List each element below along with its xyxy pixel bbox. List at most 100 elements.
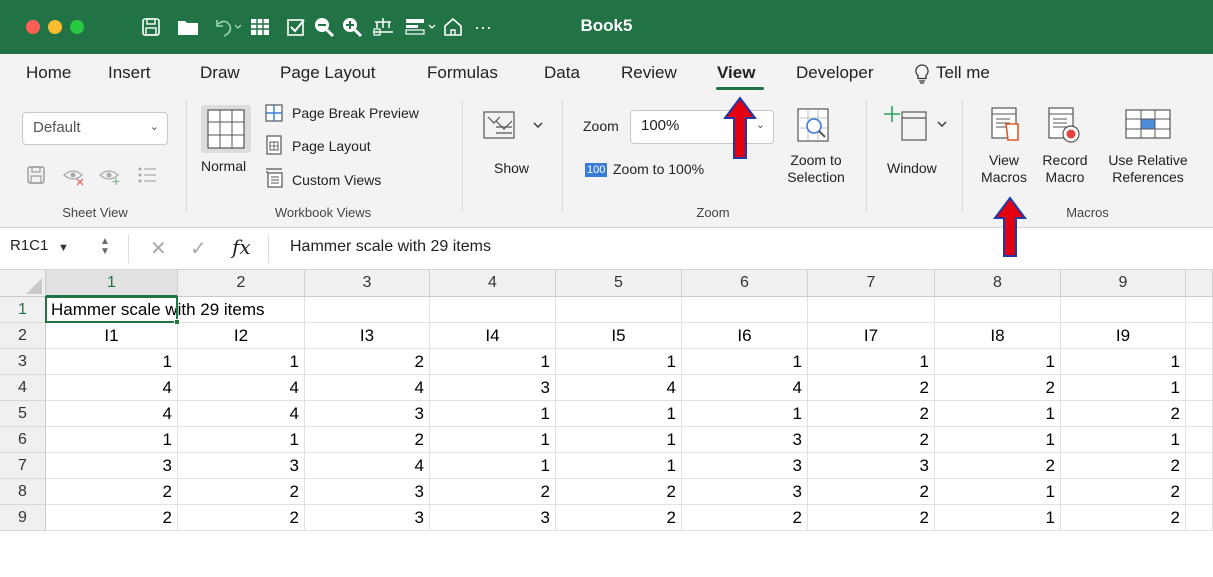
cell-value[interactable]: 2 (808, 479, 935, 505)
cell-value[interactable]: 3 (305, 505, 430, 531)
cell-value[interactable]: 1 (682, 349, 808, 375)
cell-value[interactable]: 2 (808, 427, 935, 453)
cell-value[interactable]: 1 (178, 427, 305, 453)
column-header[interactable]: 6 (682, 270, 808, 297)
cell-value[interactable]: 1 (556, 427, 682, 453)
zoom-to-100-label[interactable]: Zoom to 100% (613, 161, 704, 177)
undo-icon[interactable] (212, 13, 242, 41)
tab-page-layout[interactable]: Page Layout (280, 63, 375, 83)
cell-value[interactable]: 4 (305, 453, 430, 479)
select-all-corner[interactable] (0, 270, 46, 297)
cell-value[interactable]: 1 (935, 427, 1061, 453)
page-break-preview-icon[interactable] (264, 103, 284, 128)
cell-value[interactable]: 1 (935, 505, 1061, 531)
page-layout-icon[interactable] (265, 135, 283, 160)
sort-icon[interactable] (371, 13, 395, 41)
cell-value[interactable]: 3 (305, 401, 430, 427)
tab-view[interactable]: View (717, 63, 755, 83)
sheet-view-dropdown[interactable]: Default ⌄ (22, 112, 168, 145)
column-header[interactable] (1186, 270, 1213, 297)
cell-value[interactable]: 2 (1061, 401, 1186, 427)
cell-value[interactable]: 3 (430, 505, 556, 531)
cell-value[interactable]: 2 (430, 479, 556, 505)
cancel-icon[interactable]: ✕ (150, 236, 167, 261)
tell-me-search[interactable]: Tell me (936, 63, 990, 83)
cell[interactable] (1186, 349, 1213, 375)
column-header[interactable]: 2 (178, 270, 305, 297)
row-header[interactable]: 6 (0, 427, 46, 453)
cell-value[interactable]: 2 (1061, 453, 1186, 479)
cell-value[interactable]: 2 (46, 505, 178, 531)
show-label[interactable]: Show (494, 160, 529, 176)
cell[interactable] (1186, 375, 1213, 401)
more-commands-icon[interactable]: ··· (474, 13, 492, 41)
show-icon[interactable] (482, 109, 548, 148)
column-header[interactable]: 4 (430, 270, 556, 297)
cell-value[interactable]: 1 (1061, 375, 1186, 401)
cell[interactable] (430, 297, 556, 323)
cell-value[interactable]: 2 (808, 505, 935, 531)
use-relative-references-label[interactable]: Use Relative References (1100, 152, 1196, 186)
enter-icon[interactable]: ✓ (190, 236, 207, 261)
save-icon[interactable] (140, 13, 162, 41)
cell-value[interactable]: 2 (935, 453, 1061, 479)
cell[interactable] (1186, 505, 1213, 531)
cell-value[interactable]: 1 (556, 349, 682, 375)
cell-value[interactable]: 2 (556, 505, 682, 531)
cell[interactable] (1186, 479, 1213, 505)
cell-header[interactable]: I5 (556, 323, 682, 349)
exit-sheet-view-icon[interactable] (62, 164, 86, 191)
cell[interactable] (1186, 427, 1213, 453)
cell-header[interactable]: I2 (178, 323, 305, 349)
record-macro-icon[interactable] (1047, 106, 1081, 149)
cell-value[interactable]: 2 (808, 401, 935, 427)
cell-value[interactable]: 1 (1061, 427, 1186, 453)
column-header[interactable]: 8 (935, 270, 1061, 297)
cell-value[interactable]: 3 (682, 427, 808, 453)
window-icon[interactable] (880, 104, 950, 149)
cell-value[interactable]: 2 (305, 427, 430, 453)
new-sheet-view-icon[interactable] (98, 164, 122, 191)
format-icon[interactable] (404, 13, 438, 41)
tab-review[interactable]: Review (621, 63, 677, 83)
cell-header[interactable]: I4 (430, 323, 556, 349)
cell[interactable] (808, 297, 935, 323)
row-header[interactable]: 4 (0, 375, 46, 401)
cell-header[interactable]: I3 (305, 323, 430, 349)
row-header[interactable]: 1 (0, 297, 46, 323)
page-layout-label[interactable]: Page Layout (292, 138, 371, 154)
cell-value[interactable]: 1 (430, 453, 556, 479)
cell-value[interactable]: 1 (935, 349, 1061, 375)
cell-value[interactable]: 3 (682, 453, 808, 479)
cell-value[interactable]: 4 (178, 375, 305, 401)
row-header[interactable]: 3 (0, 349, 46, 375)
cell-value[interactable]: 1 (556, 453, 682, 479)
custom-views-icon[interactable] (264, 167, 284, 194)
cell-value[interactable]: 4 (682, 375, 808, 401)
cell-value[interactable]: 3 (430, 375, 556, 401)
tab-formulas[interactable]: Formulas (427, 63, 498, 83)
zoom-to-selection-icon[interactable] (795, 106, 831, 149)
normal-view-button[interactable] (201, 105, 251, 153)
cell[interactable] (682, 297, 808, 323)
cell-value[interactable]: 4 (305, 375, 430, 401)
checkbox-icon[interactable] (285, 13, 307, 41)
zoom-window-button[interactable] (70, 20, 84, 34)
cell-value[interactable]: 3 (178, 453, 305, 479)
cell[interactable] (556, 297, 682, 323)
cell-value[interactable]: 1 (682, 401, 808, 427)
cell-value[interactable]: 2 (178, 479, 305, 505)
page-break-preview-label[interactable]: Page Break Preview (292, 105, 419, 121)
cell-value[interactable]: 4 (178, 401, 305, 427)
cell-value[interactable]: 1 (430, 427, 556, 453)
view-macros-icon[interactable] (990, 106, 1024, 149)
name-box[interactable]: R1C1 (10, 237, 48, 254)
row-header[interactable]: 2 (0, 323, 46, 349)
cell-value[interactable]: 1 (430, 349, 556, 375)
column-header[interactable]: 5 (556, 270, 682, 297)
row-header[interactable]: 7 (0, 453, 46, 479)
cell-header[interactable]: I7 (808, 323, 935, 349)
home-icon[interactable] (442, 13, 464, 41)
zoom-in-icon[interactable] (340, 13, 364, 41)
cell-header[interactable]: I8 (935, 323, 1061, 349)
